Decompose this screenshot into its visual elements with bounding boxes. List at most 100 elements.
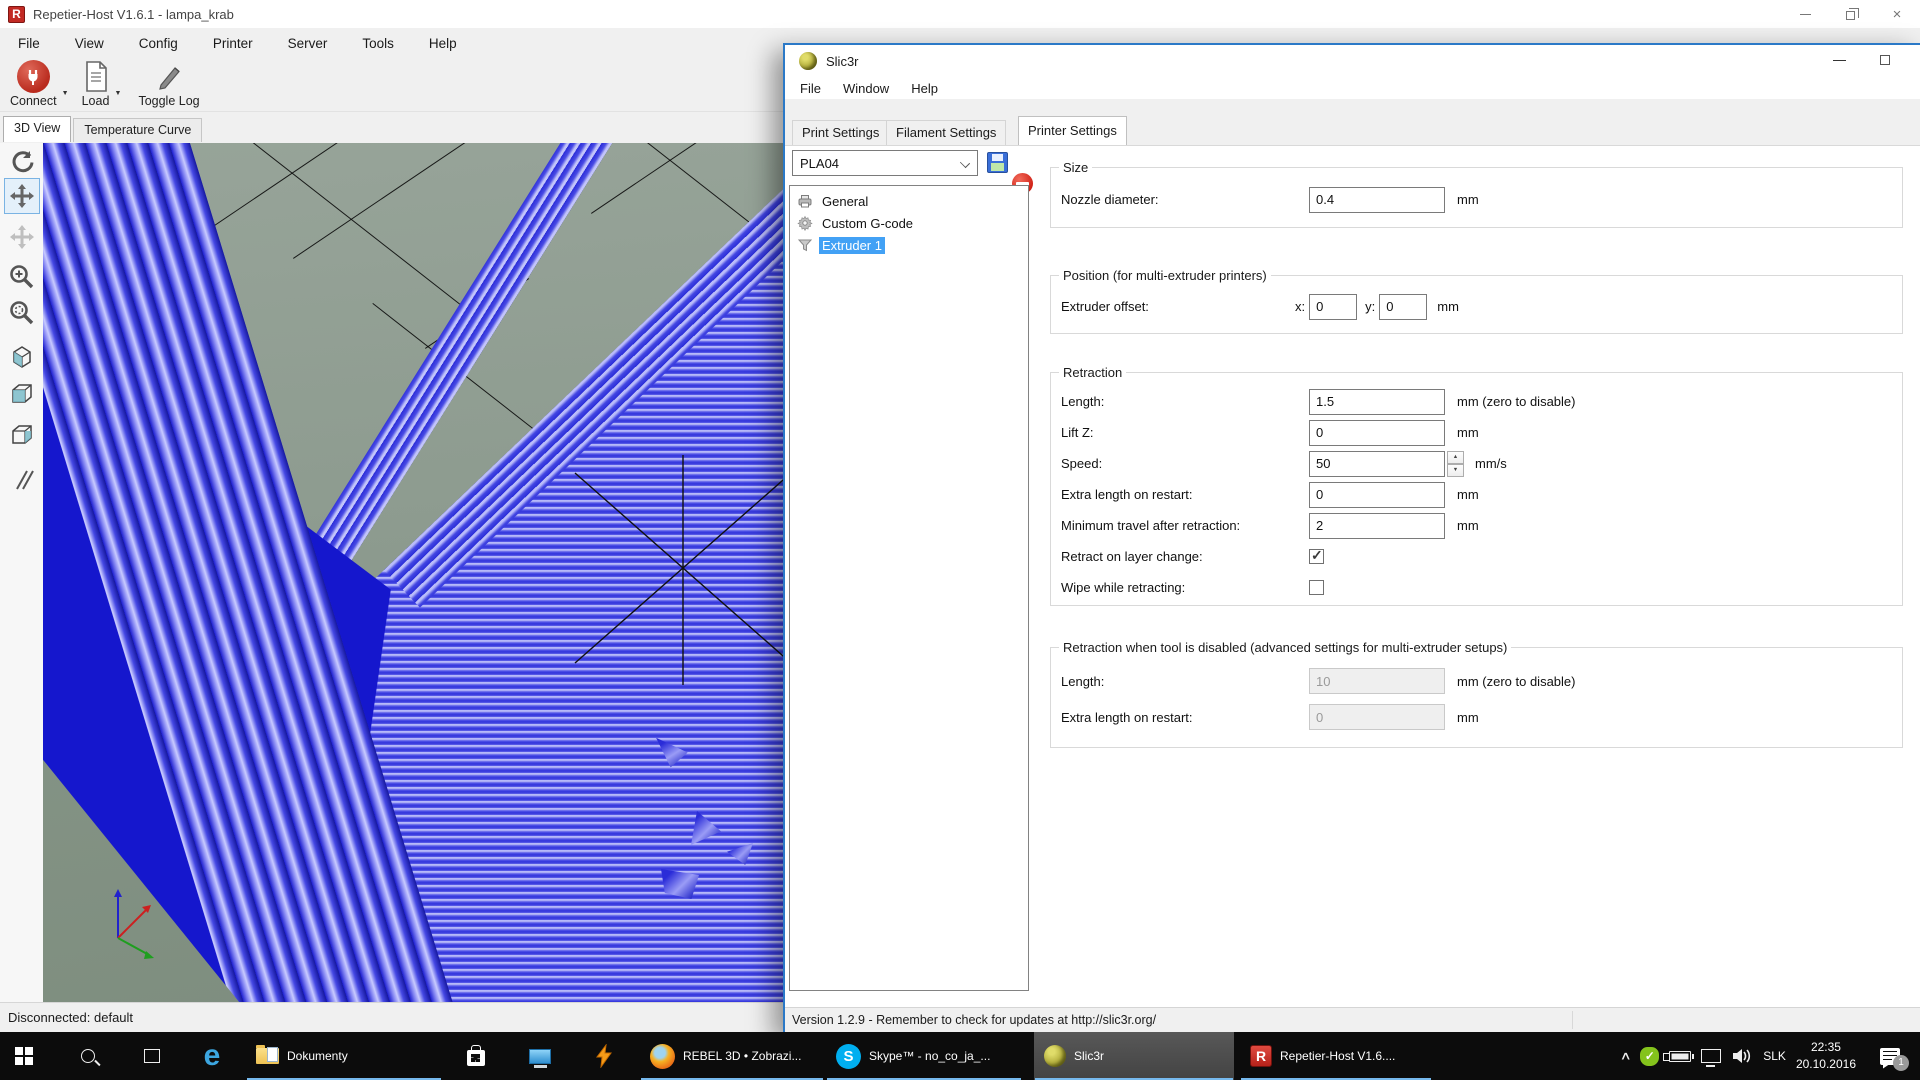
taskbar-app-dokumenty[interactable]: Dokumenty: [246, 1032, 442, 1080]
language-indicator[interactable]: SLK: [1763, 1049, 1786, 1063]
menu-view[interactable]: View: [71, 33, 108, 54]
extra-length-label: Extra length on restart:: [1061, 487, 1309, 502]
move-object-button[interactable]: [4, 219, 40, 255]
minimize-icon: [1800, 14, 1811, 15]
search-button[interactable]: [64, 1032, 112, 1080]
close-button[interactable]: ×: [1874, 0, 1920, 28]
menu-tools[interactable]: Tools: [358, 33, 398, 54]
lift-z-input[interactable]: 0: [1309, 420, 1445, 446]
task-view-button[interactable]: [128, 1032, 176, 1080]
offset-y-label: y:: [1365, 299, 1375, 314]
monitor-app-icon: [529, 1049, 551, 1064]
taskbar-app-slic3r[interactable]: Slic3r: [1034, 1032, 1234, 1080]
load-dropdown-caret-icon[interactable]: ▼: [115, 90, 122, 97]
store-button[interactable]: [452, 1032, 500, 1080]
preset-select[interactable]: PLA04: [792, 150, 978, 176]
taskbar-app-skype[interactable]: S Skype™ - no_co_ja_...: [826, 1032, 1022, 1080]
speed-input[interactable]: 50 ▲ ▼: [1309, 451, 1445, 477]
offset-y-input[interactable]: 0: [1379, 294, 1427, 320]
connect-dropdown-caret-icon[interactable]: ▼: [62, 90, 69, 97]
zoom-in-button[interactable]: [4, 259, 40, 295]
move-view-button[interactable]: [4, 178, 40, 214]
load-button[interactable]: Load: [78, 58, 114, 110]
disabled-extra-label: Extra length on restart:: [1061, 710, 1309, 725]
skype-icon: S: [836, 1044, 861, 1069]
slic3r-menu-help[interactable]: Help: [909, 80, 940, 97]
zoom-fit-button[interactable]: [4, 295, 40, 331]
spin-up-icon[interactable]: ▲: [1447, 451, 1464, 464]
tab-temperature-curve[interactable]: Temperature Curve: [73, 118, 202, 142]
disabled-extra-unit: mm: [1457, 710, 1479, 725]
extruder-funnel-icon: [797, 237, 813, 253]
offset-unit: mm: [1437, 299, 1459, 314]
action-center-icon[interactable]: 1: [1880, 1048, 1900, 1065]
taskbar-app-repetier[interactable]: R Repetier-Host V1.6....: [1240, 1032, 1432, 1080]
speed-label: Speed:: [1061, 456, 1309, 471]
start-button[interactable]: [0, 1032, 48, 1080]
front-view-button[interactable]: [4, 376, 40, 412]
disabled-length-label: Length:: [1061, 674, 1309, 689]
rotate-view-button[interactable]: [4, 144, 40, 180]
repetier-icon: R: [1250, 1045, 1272, 1067]
task-view-icon: [144, 1049, 160, 1063]
speed-unit: mm/s: [1475, 456, 1507, 471]
battery-icon[interactable]: [1669, 1051, 1691, 1062]
wipe-retracting-checkbox[interactable]: ✓: [1309, 580, 1324, 595]
slic3r-maximize-button[interactable]: [1862, 45, 1908, 75]
menu-config[interactable]: Config: [135, 33, 182, 54]
connection-status: Disconnected: default: [8, 1010, 133, 1025]
retract-length-unit: mm (zero to disable): [1457, 394, 1575, 409]
slic3r-window: Slic3r File Window Help Print Settings F…: [783, 43, 1920, 1032]
volume-icon[interactable]: [1731, 1047, 1753, 1065]
clock[interactable]: 22:35 20.10.2016: [1796, 1039, 1856, 1073]
toggle-log-button[interactable]: Toggle Log: [134, 58, 203, 110]
speed-spinner[interactable]: ▲ ▼: [1447, 451, 1464, 477]
tab-filament-settings[interactable]: Filament Settings: [886, 120, 1006, 145]
section-custom-gcode[interactable]: Custom G-code: [790, 212, 1028, 234]
windows-taskbar: e Dokumenty REBEL 3D • Zobrazi... S Skyp…: [0, 1032, 1920, 1080]
extruder-offset-label: Extruder offset:: [1061, 299, 1309, 314]
slic3r-menu-window[interactable]: Window: [841, 80, 891, 97]
nozzle-diameter-label: Nozzle diameter:: [1061, 192, 1309, 207]
menu-server[interactable]: Server: [284, 33, 332, 54]
slic3r-menu-file[interactable]: File: [798, 80, 823, 97]
menu-file[interactable]: File: [14, 33, 44, 54]
section-extruder-1[interactable]: Extruder 1: [790, 234, 1028, 256]
settings-section-list[interactable]: General Custom G-code Extruder 1: [789, 185, 1029, 991]
save-preset-button[interactable]: [987, 152, 1008, 173]
connect-plug-icon: [17, 60, 50, 93]
disabled-length-input: 10: [1309, 668, 1445, 694]
section-general[interactable]: General: [790, 190, 1028, 212]
slic3r-minimize-button[interactable]: [1816, 45, 1862, 75]
antivirus-icon[interactable]: ✓: [1640, 1047, 1659, 1066]
nozzle-diameter-input[interactable]: 0.4: [1309, 187, 1445, 213]
tab-3d-view[interactable]: 3D View: [3, 116, 71, 142]
remote-desktop-button[interactable]: [516, 1032, 564, 1080]
parallel-projection-button[interactable]: [4, 462, 40, 498]
tray-expand-icon[interactable]: ∧: [1619, 1049, 1631, 1063]
retract-length-input[interactable]: 1.5: [1309, 389, 1445, 415]
menu-printer[interactable]: Printer: [209, 33, 257, 54]
retraction-group-title: Retraction: [1059, 365, 1126, 380]
tab-print-settings[interactable]: Print Settings: [792, 120, 889, 145]
extra-length-input[interactable]: 0: [1309, 482, 1445, 508]
notification-badge: 1: [1893, 1055, 1909, 1071]
min-travel-input[interactable]: 2: [1309, 513, 1445, 539]
network-icon[interactable]: [1701, 1049, 1721, 1063]
spin-down-icon[interactable]: ▼: [1447, 464, 1464, 477]
winamp-button[interactable]: [580, 1032, 628, 1080]
tab-printer-settings[interactable]: Printer Settings: [1018, 116, 1127, 145]
origin-crosshair-icon: [575, 455, 783, 685]
side-view-button[interactable]: [4, 417, 40, 453]
edge-button[interactable]: e: [188, 1032, 236, 1080]
restore-button[interactable]: [1828, 0, 1874, 28]
minimize-button[interactable]: [1782, 0, 1828, 28]
isometric-view-button[interactable]: [4, 339, 40, 375]
taskbar-app-firefox[interactable]: REBEL 3D • Zobrazi...: [640, 1032, 824, 1080]
3d-viewport[interactable]: [43, 143, 783, 1002]
retract-layer-change-checkbox[interactable]: ✓: [1309, 549, 1324, 564]
menu-help[interactable]: Help: [425, 33, 461, 54]
offset-x-input[interactable]: 0: [1309, 294, 1357, 320]
connect-button[interactable]: Connect: [6, 58, 61, 110]
printer-settings-page: PLA04 General Custom G-code Extruder 1: [785, 145, 1920, 1007]
